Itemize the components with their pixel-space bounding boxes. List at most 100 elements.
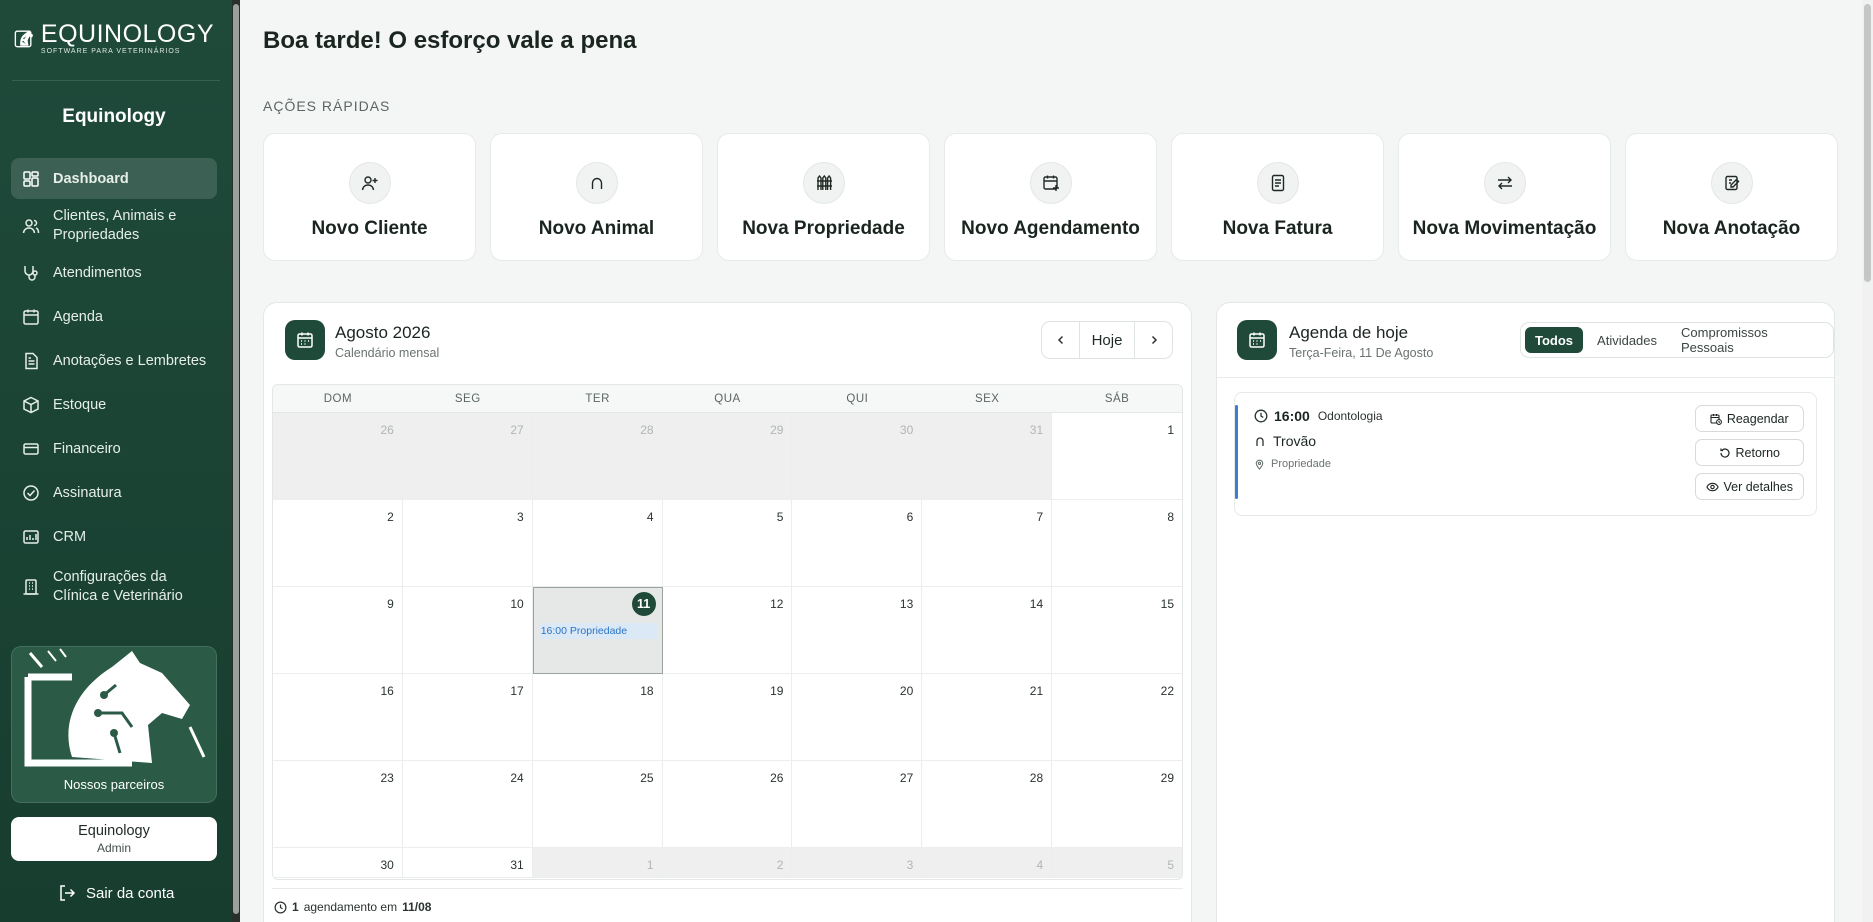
sidebar-item-dashboard[interactable]: Dashboard <box>11 158 217 199</box>
prev-month-button[interactable] <box>1042 322 1079 358</box>
calendar-day[interactable]: 20 <box>792 674 923 761</box>
calendar-day[interactable]: 2 <box>662 848 793 878</box>
calendar-day[interactable]: 27 <box>792 761 923 848</box>
quick-action-new-appointment[interactable]: Novo Agendamento <box>944 133 1157 261</box>
user-card[interactable]: Equinology Admin <box>11 817 217 861</box>
agenda-filter-tabs: Todos Atividades Compromissos Pessoais <box>1520 322 1834 358</box>
calendar-day[interactable]: 16 <box>273 674 403 761</box>
calendar-day[interactable]: 13 <box>792 587 923 674</box>
calendar-day-number: 26 <box>770 771 784 785</box>
calendar-day[interactable]: 14 <box>922 587 1053 674</box>
calendar-day[interactable]: 18 <box>532 674 663 761</box>
sidebar-item-label: Assinatura <box>53 485 122 501</box>
tab-activities[interactable]: Atividades <box>1587 327 1667 353</box>
partner-horse-logo-icon <box>24 648 206 767</box>
quick-action-new-animal[interactable]: Novo Animal <box>490 133 703 261</box>
calendar-day[interactable]: 30 <box>792 413 923 500</box>
calendar-day[interactable]: 26 <box>662 761 793 848</box>
calendar-day[interactable]: 21 <box>922 674 1053 761</box>
return-label: Retorno <box>1735 445 1780 460</box>
sidebar-item-notes[interactable]: Anotações e Lembretes <box>11 339 217 383</box>
sidebar-item-crm[interactable]: CRM <box>11 515 217 559</box>
sidebar-item-label: CRM <box>53 529 87 545</box>
quick-action-new-client[interactable]: Novo Cliente <box>263 133 476 261</box>
calendar-event[interactable]: 16:00 Propriedade <box>538 623 658 639</box>
calendar-day[interactable]: 10 <box>402 587 533 674</box>
sidebar-item-assinatura[interactable]: Assinatura <box>11 471 217 515</box>
fence-icon <box>802 162 845 204</box>
sidebar-item-atendimentos[interactable]: Atendimentos <box>11 251 217 295</box>
logo[interactable]: EQUINOLOGY SOFTWARE PARA VETERINÁRIOS <box>14 14 214 62</box>
weekday-label: SEX <box>974 393 1000 405</box>
sidebar: EQUINOLOGY SOFTWARE PARA VETERINÁRIOS Eq… <box>0 0 232 922</box>
calendar-day[interactable]: 2 <box>273 500 403 587</box>
logout-button[interactable]: Sair da conta <box>58 884 174 902</box>
calendar-day[interactable]: 5 <box>662 500 793 587</box>
return-button[interactable]: Retorno <box>1694 439 1804 466</box>
sidebar-scrollbar[interactable] <box>232 0 240 922</box>
calendar-day[interactable]: 26 <box>273 413 403 500</box>
calendar-day[interactable]: 5 <box>1052 848 1182 878</box>
calendar-clock-icon <box>1710 413 1722 425</box>
agenda-item[interactable]: 16:00 Odontologia Trovão Propriedade Rea… <box>1234 392 1817 516</box>
calendar-day[interactable]: 23 <box>273 761 403 848</box>
calendar-day[interactable]: 27 <box>402 413 533 500</box>
calendar-day[interactable]: 8 <box>1052 500 1182 587</box>
calendar-day[interactable]: 22 <box>1052 674 1182 761</box>
calendar-day[interactable]: 7 <box>922 500 1053 587</box>
calendar-day[interactable]: 19 <box>662 674 793 761</box>
calendar-day-today[interactable]: 11 16:00 Propriedade <box>532 587 663 674</box>
calendar-day-number: 7 <box>1036 510 1044 524</box>
reschedule-button[interactable]: Reagendar <box>1694 405 1804 432</box>
quick-action-new-invoice[interactable]: Nova Fatura <box>1171 133 1384 261</box>
calendar-day[interactable]: 1 <box>532 848 663 878</box>
calendar-day-number: 2 <box>387 510 394 524</box>
sidebar-item-financeiro[interactable]: Financeiro <box>11 427 217 471</box>
horseshoe-icon <box>575 162 618 204</box>
calendar-day[interactable]: 28 <box>922 761 1053 848</box>
sidebar-scrollbar-thumb[interactable] <box>233 4 239 914</box>
view-details-button[interactable]: Ver detalhes <box>1694 473 1804 500</box>
calendar-day-number: 23 <box>380 771 394 785</box>
calendar-day[interactable]: 17 <box>402 674 533 761</box>
calendar-day[interactable]: 29 <box>662 413 793 500</box>
quick-action-new-property[interactable]: Nova Propriedade <box>717 133 930 261</box>
calendar-day[interactable]: 4 <box>532 500 663 587</box>
calendar-day-number: 3 <box>517 510 524 524</box>
calendar-day[interactable]: 1 <box>1052 413 1182 500</box>
page-scrollbar-thumb[interactable] <box>1864 4 1871 282</box>
calendar-day[interactable]: 9 <box>273 587 403 674</box>
logout-label: Sair da conta <box>86 884 175 902</box>
calendar-day-number: 27 <box>510 423 524 437</box>
calendar-day-number: 31 <box>510 858 524 872</box>
sidebar-item-label: Clientes, Animais e Propriedades <box>53 208 177 243</box>
page-scrollbar[interactable] <box>1862 0 1873 922</box>
calendar-day[interactable]: 31 <box>402 848 533 878</box>
quick-action-new-note[interactable]: Nova Anotação <box>1625 133 1838 261</box>
calendar-day[interactable]: 30 <box>273 848 403 878</box>
calendar-day[interactable]: 12 <box>662 587 793 674</box>
today-button[interactable]: Hoje <box>1079 322 1135 358</box>
calendar-day-number: 24 <box>510 771 524 785</box>
quick-action-new-movement[interactable]: Nova Movimentação <box>1398 133 1611 261</box>
sidebar-item-estoque[interactable]: Estoque <box>11 383 217 427</box>
tab-personal[interactable]: Compromissos Pessoais <box>1671 325 1829 355</box>
calendar-day[interactable]: 3 <box>402 500 533 587</box>
sidebar-item-settings[interactable]: Configurações da Clínica e Veterinário <box>11 561 217 613</box>
calendar-day[interactable]: 31 <box>922 413 1053 500</box>
calendar-day[interactable]: 25 <box>532 761 663 848</box>
sidebar-item-clients[interactable]: Clientes, Animais e Propriedades <box>11 201 217 251</box>
calendar-day[interactable]: 29 <box>1052 761 1182 848</box>
calendar-day[interactable]: 15 <box>1052 587 1182 674</box>
calendar-day-number: 8 <box>1167 510 1174 524</box>
sidebar-item-agenda[interactable]: Agenda <box>11 295 217 339</box>
partners-banner[interactable]: Nossos parceiros <box>11 646 217 803</box>
calendar-day[interactable]: 28 <box>532 413 663 500</box>
calendar-day[interactable]: 24 <box>402 761 533 848</box>
calendar-day[interactable]: 4 <box>922 848 1053 878</box>
sidebar-nav: Dashboard Clientes, Animais e Propriedad… <box>11 158 217 613</box>
calendar-day[interactable]: 3 <box>792 848 923 878</box>
tab-all[interactable]: Todos <box>1525 327 1584 353</box>
calendar-day[interactable]: 6 <box>792 500 923 587</box>
next-month-button[interactable] <box>1135 322 1172 358</box>
